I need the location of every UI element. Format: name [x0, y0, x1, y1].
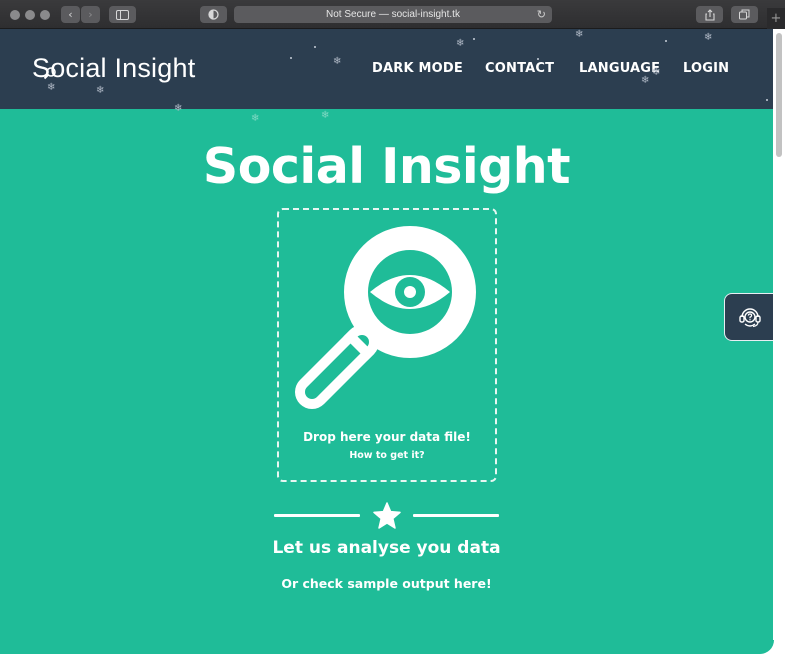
snowflake-icon: ❄ — [47, 82, 56, 93]
reload-icon[interactable]: ↻ — [537, 8, 546, 21]
snow-dot — [473, 38, 475, 40]
snow-dot — [537, 58, 539, 60]
shield-half-icon — [208, 9, 219, 20]
how-to-get-link[interactable]: How to get it? — [277, 450, 497, 461]
snow-dot — [665, 40, 667, 42]
support-agent-icon — [739, 308, 761, 328]
sample-output-link[interactable]: Or check sample output here! — [0, 576, 773, 591]
browser-window: ‹ › Not Secure — social-insight.tk ↻ + S… — [0, 0, 785, 654]
browser-toolbar: ‹ › Not Secure — social-insight.tk ↻ + — [0, 0, 785, 29]
back-button[interactable]: ‹ — [61, 6, 80, 23]
nav-contact[interactable]: CONTACT — [485, 61, 554, 76]
share-button[interactable] — [696, 6, 723, 23]
snowflake-icon: ❄ — [456, 38, 465, 49]
magnifier-eye-icon — [295, 226, 476, 409]
nav-dark-mode[interactable]: DARK MODE — [372, 61, 463, 76]
address-text: Not Secure — social-insight.tk — [326, 9, 460, 20]
site-header: Social Insight DARK MODE CONTACT LANGUAG… — [0, 29, 773, 114]
drop-label: Drop here your data file! — [303, 430, 471, 444]
scrollbar-thumb[interactable] — [776, 33, 782, 157]
forward-button[interactable]: › — [81, 6, 100, 23]
minimize-window-icon[interactable] — [25, 10, 35, 20]
snowflake-icon: ❄ — [575, 29, 584, 40]
page-title: Social Insight — [202, 138, 571, 195]
sidebar-button[interactable] — [109, 6, 136, 23]
divider-left — [274, 514, 360, 517]
privacy-button[interactable] — [200, 6, 227, 23]
snowflake-icon: ❄ — [641, 75, 650, 86]
sidebar-icon — [116, 9, 129, 20]
snowflake-icon: ❄ — [333, 56, 342, 67]
tabs-icon — [739, 9, 750, 20]
new-tab-button[interactable]: + — [767, 8, 785, 29]
snowflake-icon: ❄ — [321, 110, 330, 121]
sub-heading: Let us analyse you data — [272, 538, 501, 558]
logo-magnifier-icon — [43, 67, 56, 80]
plus-icon: + — [770, 11, 782, 26]
snow-dot — [314, 46, 316, 48]
support-button[interactable] — [724, 293, 776, 341]
close-window-icon[interactable] — [10, 10, 20, 20]
snowflake-icon: ❄ — [96, 85, 105, 96]
chevron-right-icon: › — [88, 8, 93, 21]
zoom-window-icon[interactable] — [40, 10, 50, 20]
address-bar[interactable]: Not Secure — social-insight.tk ↻ — [234, 6, 552, 23]
share-icon — [704, 8, 715, 21]
snowflake-icon: ❄ — [174, 103, 183, 114]
snow-dot — [290, 57, 292, 59]
snowflake-icon: ❄ — [251, 113, 260, 124]
tabs-overview-button[interactable] — [731, 6, 758, 23]
nav-language[interactable]: LANGUAGE — [579, 61, 660, 76]
chevron-left-icon: ‹ — [68, 8, 73, 21]
snow-dot — [766, 99, 768, 101]
snowflake-icon: ❄ — [704, 32, 713, 43]
nav-login[interactable]: LOGIN — [683, 61, 729, 76]
snowflake-icon: ❄ — [652, 67, 661, 78]
star-icon — [373, 502, 401, 529]
divider-right — [413, 514, 499, 517]
